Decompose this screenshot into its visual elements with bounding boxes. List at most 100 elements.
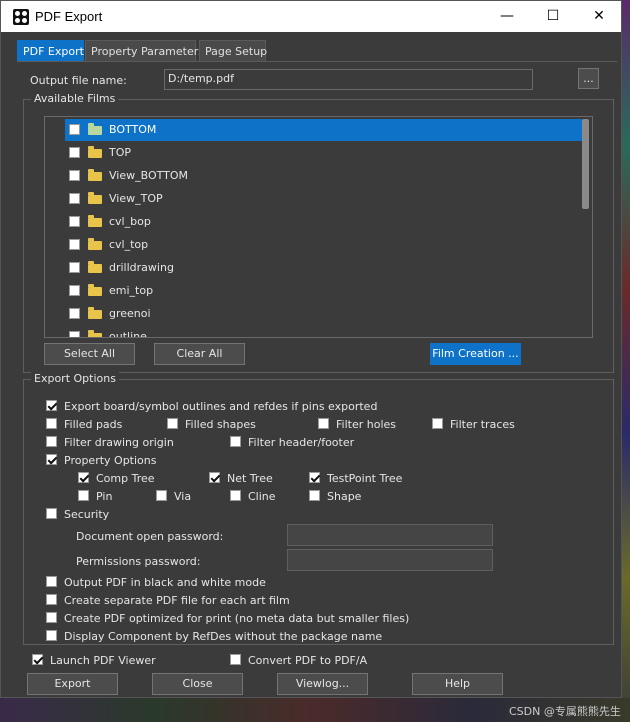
security-label: Security (64, 508, 110, 521)
filled-pads-label: Filled pads (64, 418, 123, 431)
testpoint-tree-checkbox[interactable] (309, 472, 320, 483)
film-item[interactable]: View_BOTTOM (65, 165, 582, 187)
filter-header-footer-checkbox[interactable] (230, 436, 241, 447)
film-name: View_BOTTOM (109, 169, 189, 182)
permissions-password-label: Permissions password: (76, 555, 201, 568)
watermark-text: CSDN @专属熊熊先生 (509, 705, 621, 718)
film-name: emi_top (109, 284, 154, 297)
cline-label: Cline (248, 490, 276, 503)
optimized-print-label: Create PDF optimized for print (no meta … (64, 612, 410, 625)
folder-icon (88, 284, 102, 296)
film-list-scrollbar[interactable] (582, 119, 589, 209)
folder-icon (88, 215, 102, 227)
optimized-print-checkbox[interactable] (46, 612, 57, 623)
export-outlines-checkbox[interactable] (46, 400, 57, 411)
select-all-button[interactable]: Select All (44, 343, 135, 365)
tab-property-parameters[interactable]: Property Parameters (85, 40, 204, 62)
comp-tree-label: Comp Tree (96, 472, 155, 485)
filter-drawing-origin-label: Filter drawing origin (64, 436, 174, 449)
folder-icon (88, 123, 102, 135)
folder-icon (88, 146, 102, 158)
film-checkbox[interactable] (69, 239, 80, 250)
film-checkbox[interactable] (69, 147, 80, 158)
filled-pads-checkbox[interactable] (46, 418, 57, 429)
pdf-export-dialog: PDF Export — ☐ ✕ PDF Export Property Par… (0, 0, 622, 698)
tab-page-setup[interactable]: Page Setup (199, 40, 267, 62)
folder-icon (88, 192, 102, 204)
film-checkbox[interactable] (69, 285, 80, 296)
tab-pdf-export[interactable]: PDF Export (17, 40, 84, 62)
film-item[interactable]: BOTTOM (65, 119, 582, 141)
close-icon[interactable]: ✕ (576, 1, 622, 32)
filter-holes-checkbox[interactable] (318, 418, 329, 429)
pin-label: Pin (96, 490, 113, 503)
pin-checkbox[interactable] (78, 490, 89, 501)
comp-tree-checkbox[interactable] (78, 472, 89, 483)
film-item[interactable]: TOP (65, 142, 582, 164)
help-button[interactable]: Help (412, 673, 503, 695)
film-checkbox[interactable] (69, 170, 80, 181)
bw-mode-checkbox[interactable] (46, 576, 57, 587)
film-list[interactable]: BOTTOM TOP View_BOTTOM View_TOP cvl_bop … (44, 116, 593, 338)
security-checkbox[interactable] (46, 508, 57, 519)
film-checkbox[interactable] (69, 262, 80, 273)
folder-icon (88, 169, 102, 181)
film-checkbox[interactable] (69, 216, 80, 227)
film-checkbox[interactable] (69, 308, 80, 319)
display-refdes-label: Display Component by RefDes without the … (64, 630, 383, 643)
folder-icon (88, 307, 102, 319)
export-options-title: Export Options (31, 372, 119, 385)
export-button[interactable]: Export (27, 673, 118, 695)
minimize-icon[interactable]: — (484, 1, 530, 32)
testpoint-tree-label: TestPoint Tree (327, 472, 403, 485)
film-item[interactable]: greenoi (65, 303, 582, 325)
filter-header-footer-label: Filter header/footer (248, 436, 355, 449)
filter-holes-label: Filter holes (336, 418, 396, 431)
film-item[interactable]: outline (65, 326, 582, 337)
convert-pdfa-checkbox[interactable] (230, 654, 241, 665)
browse-button[interactable]: ... (578, 68, 599, 89)
film-creation-button[interactable]: Film Creation ... (430, 343, 521, 365)
film-checkbox[interactable] (69, 124, 80, 135)
launch-viewer-label: Launch PDF Viewer (50, 654, 156, 667)
via-label: Via (174, 490, 192, 503)
cline-checkbox[interactable] (230, 490, 241, 501)
available-films-title: Available Films (31, 92, 119, 105)
film-item[interactable]: emi_top (65, 280, 582, 302)
viewlog-button[interactable]: Viewlog... (277, 673, 368, 695)
separate-pdf-checkbox[interactable] (46, 594, 57, 605)
film-checkbox[interactable] (69, 331, 80, 337)
folder-icon (88, 330, 102, 337)
maximize-icon[interactable]: ☐ (530, 1, 576, 32)
close-button[interactable]: Close (152, 673, 243, 695)
folder-icon (88, 261, 102, 273)
display-refdes-checkbox[interactable] (46, 630, 57, 641)
title-bar: PDF Export — ☐ ✕ (1, 1, 621, 32)
film-checkbox[interactable] (69, 193, 80, 204)
property-options-checkbox[interactable] (46, 454, 57, 465)
filled-shapes-checkbox[interactable] (167, 418, 178, 429)
folder-icon (88, 238, 102, 250)
film-item[interactable]: cvl_bop (65, 211, 582, 233)
filled-shapes-label: Filled shapes (185, 418, 256, 431)
output-file-input[interactable]: D:/temp.pdf (164, 69, 533, 90)
filter-traces-checkbox[interactable] (432, 418, 443, 429)
convert-pdfa-label: Convert PDF to PDF/A (248, 654, 368, 667)
permissions-password-input[interactable] (287, 549, 493, 571)
clear-all-button[interactable]: Clear All (154, 343, 245, 365)
film-name: cvl_bop (109, 215, 151, 228)
film-item[interactable]: drilldrawing (65, 257, 582, 279)
shape-checkbox[interactable] (309, 490, 320, 501)
film-name: View_TOP (109, 192, 163, 205)
film-item[interactable]: cvl_top (65, 234, 582, 256)
via-checkbox[interactable] (156, 490, 167, 501)
window-title: PDF Export (35, 9, 103, 24)
property-options-label: Property Options (64, 454, 157, 467)
film-item[interactable]: View_TOP (65, 188, 582, 210)
doc-open-password-input[interactable] (287, 524, 493, 546)
output-file-label: Output file name: (30, 74, 127, 87)
net-tree-checkbox[interactable] (209, 472, 220, 483)
filter-drawing-origin-checkbox[interactable] (46, 436, 57, 447)
launch-viewer-checkbox[interactable] (32, 654, 43, 665)
net-tree-label: Net Tree (227, 472, 273, 485)
